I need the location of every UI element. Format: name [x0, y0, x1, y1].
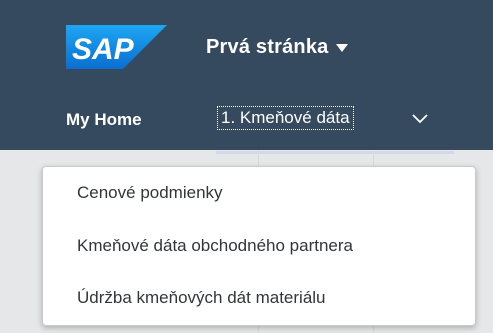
- page-title-menu[interactable]: Prvá stránka: [206, 32, 349, 62]
- tab-my-home[interactable]: My Home: [66, 110, 142, 130]
- tab-dropdown-menu: Cenové podmienky Kmeňové dáta obchodného…: [42, 166, 476, 326]
- active-tab-indicator: [216, 151, 454, 154]
- chevron-down-icon[interactable]: [411, 113, 429, 125]
- tab-kmenove-data[interactable]: 1. Kmeňové dáta: [217, 106, 354, 130]
- page-title: Prvá stránka: [206, 35, 329, 58]
- tab-bar: My Home 1. Kmeňové dáta: [0, 100, 493, 154]
- caret-down-icon: [336, 44, 349, 52]
- sap-logo-text: SAP: [72, 33, 135, 66]
- menu-item-cenove-podmienky[interactable]: Cenové podmienky: [77, 183, 223, 203]
- sap-logo[interactable]: SAP: [66, 25, 167, 69]
- menu-item-kmenove-data-partnera[interactable]: Kmeňové dáta obchodného partnera: [77, 236, 353, 256]
- menu-item-udrzba-materialu[interactable]: Údržba kmeňových dát materiálu: [77, 288, 326, 308]
